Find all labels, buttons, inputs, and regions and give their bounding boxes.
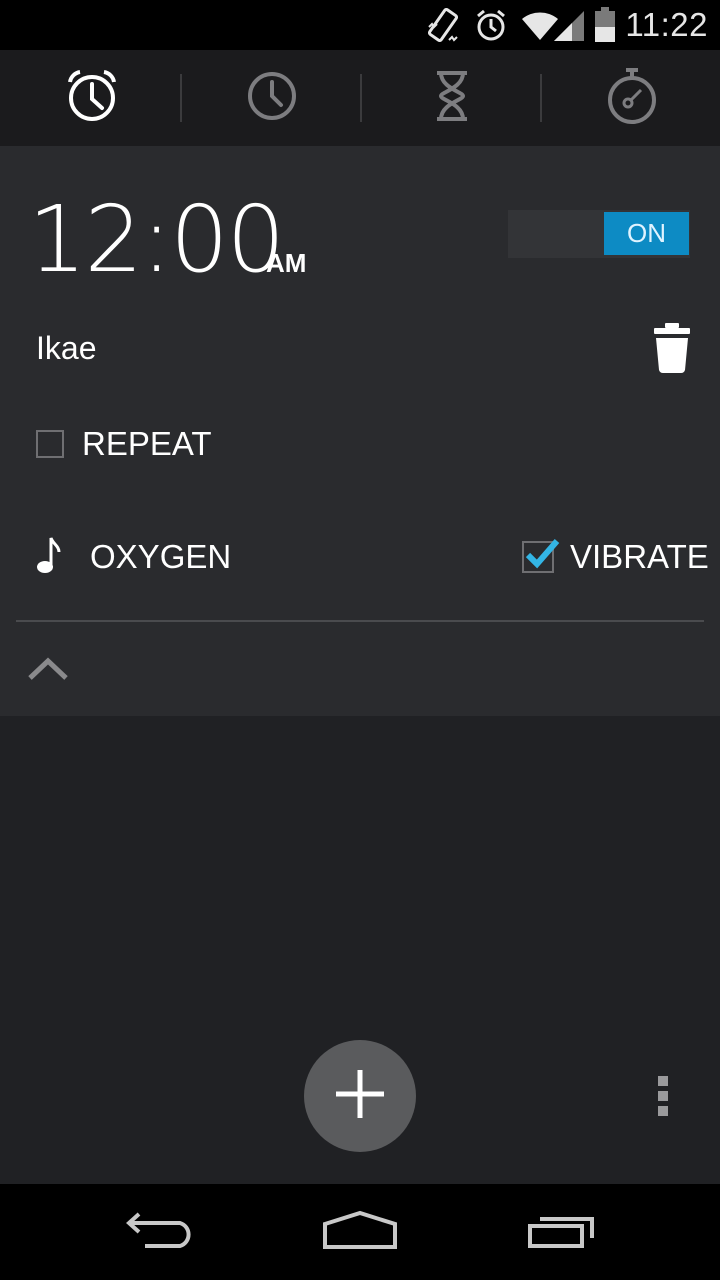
stopwatch-icon [606, 67, 658, 130]
vibrate-row[interactable]: VIBRATE [522, 534, 709, 580]
check-icon [525, 539, 560, 569]
back-icon [125, 1210, 195, 1255]
tab-alarm[interactable] [2, 50, 182, 146]
delete-button[interactable] [650, 322, 694, 374]
toggle-on-label: ON [604, 212, 689, 255]
add-alarm-button[interactable] [304, 1040, 416, 1152]
signal-icon [552, 7, 586, 48]
home-button[interactable] [300, 1204, 420, 1260]
overflow-dot-icon [658, 1076, 668, 1086]
overflow-dot-icon [658, 1106, 668, 1116]
alarm-time[interactable]: 12:00 [28, 194, 285, 286]
home-icon [322, 1210, 398, 1255]
clock-icon [246, 70, 298, 127]
ringtone-label: OXYGEN [90, 538, 232, 575]
status-bar: 11:22 [0, 0, 720, 50]
alarm-card: 12:00 AM ON Ikae REPEAT OXYGEN VIBRATE [0, 146, 720, 716]
repeat-label: REPEAT [82, 425, 212, 462]
alarm-icon [474, 7, 508, 48]
status-time: 11:22 [625, 6, 708, 43]
ringtone-row[interactable]: OXYGEN [36, 534, 231, 580]
recents-icon [526, 1210, 598, 1255]
plus-icon [334, 1068, 386, 1125]
alarm-toggle[interactable]: ON [508, 210, 690, 258]
vibrate-checkbox[interactable] [522, 539, 560, 573]
tab-bar [0, 50, 720, 146]
overflow-menu-button[interactable] [648, 1070, 680, 1122]
battery-icon [594, 7, 616, 48]
card-divider [16, 620, 704, 622]
back-button[interactable] [100, 1204, 220, 1260]
recents-button[interactable] [502, 1204, 622, 1260]
tab-stopwatch[interactable] [542, 50, 720, 146]
hourglass-icon [432, 70, 472, 127]
music-note-icon [36, 535, 62, 580]
vibrate-icon [426, 7, 460, 48]
alarm-clock-icon [64, 68, 120, 129]
collapse-button[interactable] [24, 646, 72, 690]
trash-icon [650, 323, 694, 378]
repeat-checkbox[interactable] [36, 430, 64, 458]
alarm-label[interactable]: Ikae [36, 330, 96, 367]
tab-clock[interactable] [182, 50, 362, 146]
nav-bar [0, 1184, 720, 1280]
repeat-row[interactable]: REPEAT [36, 424, 212, 464]
overflow-dot-icon [658, 1091, 668, 1101]
tab-timer[interactable] [362, 50, 542, 146]
vibrate-label: VIBRATE [570, 538, 709, 575]
chevron-up-icon [24, 657, 72, 694]
alarm-ampm: AM [266, 248, 307, 278]
